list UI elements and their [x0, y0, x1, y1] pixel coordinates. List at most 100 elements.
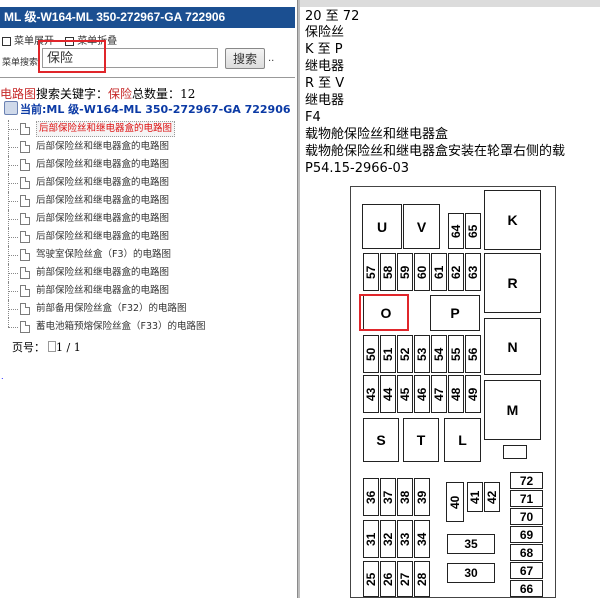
tree-item[interactable]: 后部保险丝和继电器盒的电路图	[8, 120, 298, 138]
detail-line: 继电器	[305, 59, 345, 74]
current-node[interactable]: 当前:ML 级-W164-ML 350-272967-GA 722906	[4, 101, 291, 117]
search-highlight-box	[38, 40, 106, 73]
top-strip	[297, 0, 600, 7]
tree-item[interactable]: 前部保险丝和继电器盒的电路图	[8, 282, 298, 300]
result-middle: 搜索关键字：	[36, 87, 109, 101]
tree-item[interactable]: 后部保险丝和继电器盒的电路图	[8, 138, 298, 156]
fuse-32: 32	[380, 520, 396, 558]
page-label: 页号：	[12, 341, 45, 354]
result-count-label: 总数量：	[132, 87, 181, 101]
tree-item[interactable]: 后部保险丝和继电器盒的电路图	[8, 210, 298, 228]
fuse-48: 48	[448, 375, 464, 413]
relay-v: V	[403, 204, 440, 249]
document-icon	[20, 195, 30, 207]
fuse-70: 70	[510, 508, 543, 525]
relay-t: T	[403, 418, 439, 462]
detail-line: 保险丝	[305, 25, 345, 40]
fuse-28: 28	[414, 561, 430, 597]
fuse-45: 45	[397, 375, 413, 413]
relay-u: U	[362, 204, 402, 249]
fuse-57: 57	[363, 253, 379, 291]
divider	[0, 77, 295, 78]
detail-line: R 至 V	[305, 76, 345, 91]
expand-icon	[2, 36, 11, 46]
fuse-37: 37	[380, 478, 396, 516]
document-icon	[20, 159, 30, 171]
document-icon	[20, 123, 30, 135]
fuse-51: 51	[380, 335, 396, 373]
fuse-66: 66	[510, 580, 543, 597]
relay-m: M	[484, 380, 541, 440]
fuse-54: 54	[431, 335, 447, 373]
fuse-56: 56	[465, 335, 481, 373]
document-icon	[20, 267, 30, 279]
fuse-49: 49	[465, 375, 481, 413]
fuse-42: 42	[484, 482, 500, 512]
tree-item[interactable]: 蓄电池箱预熔保险丝盒（F33）的电路图	[8, 318, 298, 336]
relay-s: S	[363, 418, 399, 462]
fuse-31: 31	[363, 520, 379, 558]
fuse-52: 52	[397, 335, 413, 373]
search-label: 菜单搜索	[2, 58, 39, 68]
fuse-58: 58	[380, 253, 396, 291]
fuse-53: 53	[414, 335, 430, 373]
tree-item[interactable]: 前部备用保险丝盒（F32）的电路图	[8, 300, 298, 318]
relay-k: K	[484, 190, 541, 250]
pagination: 页号： 1 / 1	[12, 339, 81, 355]
fuse-34: 34	[414, 520, 430, 558]
detail-line: 载物舱保险丝和继电器盒安装在轮罩右侧的载	[305, 144, 566, 159]
computer-icon	[4, 101, 18, 115]
tree-item[interactable]: 后部保险丝和继电器盒的电路图	[8, 192, 298, 210]
fuse-62: 62	[448, 253, 464, 291]
search-button[interactable]: 搜索	[225, 48, 265, 69]
fuse-38: 38	[397, 478, 413, 516]
small-connector	[503, 445, 527, 459]
detail-line: K 至 P	[305, 42, 343, 57]
search-extra: ..	[268, 53, 275, 64]
detail-line: F4	[305, 110, 321, 125]
fuse-30: 30	[447, 563, 495, 583]
detail-line: 继电器	[305, 93, 345, 108]
tree-item[interactable]: 后部保险丝和继电器盒的电路图	[8, 174, 298, 192]
document-icon	[20, 249, 30, 261]
fuse-68: 68	[510, 544, 543, 561]
scroll-marker: .	[1, 372, 4, 381]
fuse-41: 41	[467, 482, 483, 512]
fuse-25: 25	[363, 561, 379, 597]
fuse-39: 39	[414, 478, 430, 516]
left-panel: ML 级-W164-ML 350-272967-GA 722906 菜单展开 菜…	[0, 0, 297, 598]
fuse-65: 65	[465, 213, 481, 249]
fuse-33: 33	[397, 520, 413, 558]
fuse-47: 47	[431, 375, 447, 413]
tree-item[interactable]: 后部保险丝和继电器盒的电路图	[8, 156, 298, 174]
page-value: 1 / 1	[56, 341, 81, 354]
fuse-72: 72	[510, 472, 543, 489]
current-label: 当前:ML 级-W164-ML 350-272967-GA 722906	[20, 103, 291, 116]
fuse-40: 40	[446, 482, 464, 522]
result-summary: 电路图搜索关键字：保险总数量：12	[0, 85, 195, 102]
detail-line: 载物舱保险丝和继电器盒	[305, 127, 449, 142]
document-icon	[20, 177, 30, 189]
fuse-46: 46	[414, 375, 430, 413]
document-icon	[20, 141, 30, 153]
relay-l: L	[444, 418, 481, 462]
tree-item[interactable]: 后部保险丝和继电器盒的电路图	[8, 228, 298, 246]
result-count: 12	[180, 87, 196, 101]
panel-splitter[interactable]	[297, 0, 300, 598]
relay-o-highlight	[359, 294, 409, 331]
relay-r: R	[484, 253, 541, 313]
fuse-63: 63	[465, 253, 481, 291]
fuse-60: 60	[414, 253, 430, 291]
tree-item[interactable]: 前部保险丝和继电器盒的电路图	[8, 264, 298, 282]
page-box[interactable]	[48, 341, 56, 352]
document-icon	[20, 285, 30, 297]
document-icon	[20, 231, 30, 243]
fuse-59: 59	[397, 253, 413, 291]
relay-n: N	[484, 318, 541, 375]
fuse-36: 36	[363, 478, 379, 516]
fuse-26: 26	[380, 561, 396, 597]
fuse-44: 44	[380, 375, 396, 413]
fuse-64: 64	[448, 213, 464, 249]
fuse-67: 67	[510, 562, 543, 579]
tree-item[interactable]: 驾驶室保险丝盒（F3）的电路图	[8, 246, 298, 264]
